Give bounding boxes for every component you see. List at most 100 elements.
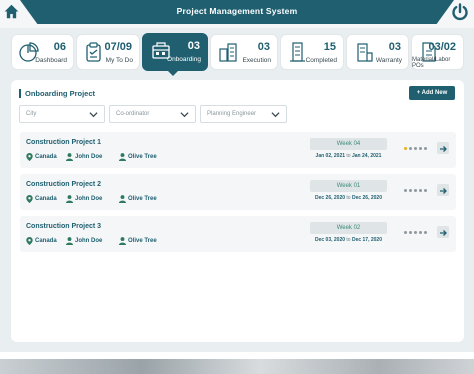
location-pin-icon <box>26 237 33 245</box>
tile-count: 15 <box>323 41 336 53</box>
project-row[interactable]: Construction Project 2 Canada John Doe O… <box>20 174 456 210</box>
tile-label: Completed <box>305 57 337 64</box>
end-date: Dec 26, 2020 <box>351 195 382 201</box>
location-pin-icon <box>26 153 33 161</box>
tile-warranty[interactable]: 03 Warranty <box>346 34 409 70</box>
week-badge: Week 02 <box>310 222 387 234</box>
tile-execution[interactable]: 03 Execution <box>210 34 278 70</box>
chevron-down-icon <box>271 112 280 118</box>
tile-label: Execution <box>242 57 271 64</box>
tile-label: Warranty <box>375 57 402 64</box>
clipboard-icon <box>86 42 101 62</box>
planning-engineer-filter-placeholder: Planning Engineer <box>207 111 257 117</box>
coordinator-filter[interactable]: Co-ordinator <box>109 105 196 123</box>
person-icon <box>66 237 73 245</box>
background-photo-strip <box>0 352 474 374</box>
onboarding-panel: Onboarding Project + Add New City Co-ord… <box>11 80 464 342</box>
tile-count: 07/09 <box>104 41 132 53</box>
power-icon[interactable] <box>450 2 470 22</box>
date-range: Dec 03, 2020 to Dec 17, 2020 <box>301 237 396 243</box>
open-project-button[interactable] <box>437 142 449 154</box>
person-icon <box>66 153 73 161</box>
project-company: Olive Tree <box>119 195 157 203</box>
project-person: John Doe <box>66 195 102 203</box>
date-separator: to <box>346 153 351 159</box>
end-date: Jan 24, 2021 <box>351 153 382 159</box>
person-icon <box>119 153 126 161</box>
project-company: Olive Tree <box>119 153 157 161</box>
chevron-down-icon <box>89 112 98 118</box>
coordinator-filter-placeholder: Co-ordinator <box>116 111 150 117</box>
planning-engineer-filter[interactable]: Planning Engineer <box>200 105 287 123</box>
week-badge: Week 01 <box>310 180 387 192</box>
tile-label: Dashboard <box>35 57 67 64</box>
person-icon <box>119 237 126 245</box>
project-row[interactable]: Construction Project 3 Canada John Doe O… <box>20 216 456 252</box>
date-range: Dec 26, 2020 to Dec 26, 2020 <box>301 195 396 201</box>
date-range: Jan 02, 2021 to Jan 24, 2021 <box>301 153 396 159</box>
date-separator: to <box>346 237 351 243</box>
project-name: Construction Project 3 <box>26 223 102 230</box>
tile-count: 03 <box>388 41 401 53</box>
project-city-text: Canada <box>35 196 57 202</box>
top-bar: Project Management System <box>0 0 474 28</box>
project-person-text: John Doe <box>75 238 103 244</box>
app-title: Project Management System <box>176 6 298 16</box>
warranty-building-icon <box>357 43 373 62</box>
person-icon <box>66 195 73 203</box>
home-icon[interactable] <box>3 3 20 20</box>
person-icon <box>119 195 126 203</box>
tile-dashboard[interactable]: 06 Dashboard <box>11 34 74 70</box>
add-new-button[interactable]: + Add New <box>409 86 455 100</box>
city-filter-placeholder: City <box>26 111 37 117</box>
project-name: Construction Project 2 <box>26 181 102 188</box>
tile-count: 06 <box>53 41 66 53</box>
project-person: John Doe <box>66 153 102 161</box>
start-date: Dec 26, 2020 <box>314 195 346 201</box>
progress-dots <box>404 147 427 150</box>
title-banner: Project Management System <box>20 0 454 24</box>
project-city: Canada <box>26 237 57 245</box>
tile-onboarding[interactable]: 03 Onboarding <box>142 33 208 76</box>
project-company-text: Olive Tree <box>128 196 157 202</box>
tile-count: 03/02 <box>428 41 456 53</box>
open-project-button[interactable] <box>437 184 449 196</box>
project-person-text: John Doe <box>75 196 103 202</box>
end-date: Dec 17, 2020 <box>351 237 382 243</box>
tile-completed[interactable]: 15 Completed <box>280 34 344 70</box>
start-date: Dec 03, 2020 <box>314 237 346 243</box>
tile-count: 03 <box>187 40 200 52</box>
open-project-button[interactable] <box>437 226 449 238</box>
buildings-icon <box>219 43 237 62</box>
project-person-text: John Doe <box>75 154 103 160</box>
chevron-down-icon <box>180 112 189 118</box>
tile-label: Material/Labor POs <box>412 57 451 69</box>
tile-my-to-do[interactable]: 07/09 My To Do <box>76 34 140 70</box>
progress-dots <box>404 231 427 234</box>
project-company-text: Olive Tree <box>128 154 157 160</box>
date-separator: to <box>346 195 351 201</box>
location-pin-icon <box>26 195 33 203</box>
progress-dots <box>404 189 427 192</box>
arrow-right-icon <box>440 188 447 194</box>
project-company: Olive Tree <box>119 237 157 245</box>
project-city: Canada <box>26 195 57 203</box>
tile-material-labor-pos[interactable]: 03/02 Material/Labor POs <box>411 34 464 70</box>
arrow-right-icon <box>440 230 447 236</box>
week-badge: Week 04 <box>310 138 387 150</box>
tile-label: My To Do <box>105 57 133 64</box>
city-filter[interactable]: City <box>19 105 105 123</box>
summary-tiles: 06 Dashboard 07/09 My To Do 03 Onboardin… <box>11 33 464 76</box>
arrow-right-icon <box>440 146 447 152</box>
project-company-text: Olive Tree <box>128 238 157 244</box>
start-date: Jan 02, 2021 <box>315 153 346 159</box>
project-name: Construction Project 1 <box>26 139 102 146</box>
project-city: Canada <box>26 153 57 161</box>
project-city-text: Canada <box>35 154 57 160</box>
tile-count: 03 <box>257 41 270 53</box>
project-row[interactable]: Construction Project 1 Canada John Doe O… <box>20 132 456 168</box>
tile-label: Onboarding <box>167 56 201 63</box>
panel-title: Onboarding Project <box>19 89 95 98</box>
project-person: John Doe <box>66 237 102 245</box>
project-city-text: Canada <box>35 238 57 244</box>
